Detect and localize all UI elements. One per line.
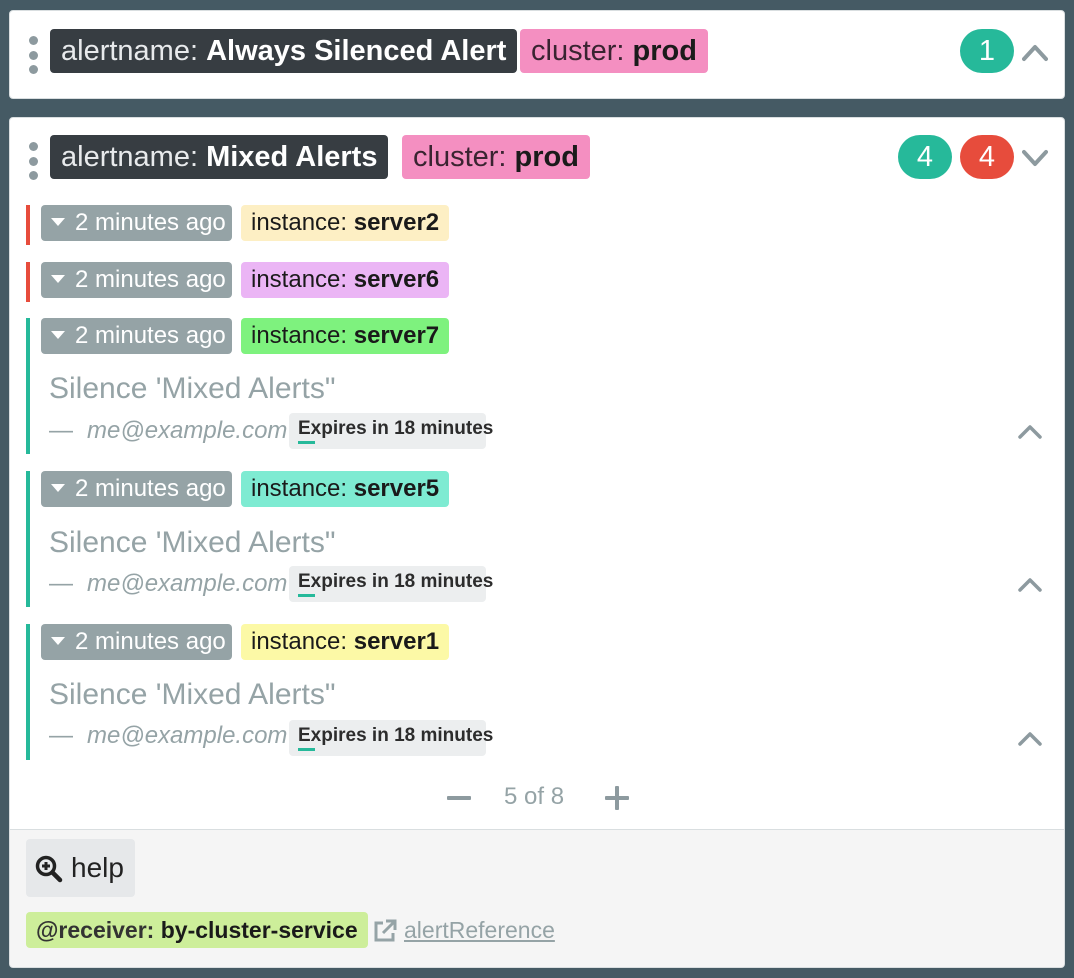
alert-row: 2 minutes ago instance: server5 Silence … [26,471,1046,607]
alert-menu-button[interactable]: 2 minutes ago [41,262,232,298]
silence-comment: Silence 'Mixed Alerts" [49,526,336,559]
silence-comment: Silence 'Mixed Alerts" [49,678,336,711]
silenced-count-badge: 1 [960,29,1014,73]
pagination: 5 of 8 [10,780,1064,816]
alert-row: 2 minutes ago instance: server6 [26,262,1046,302]
active-state-bar [26,205,30,245]
chevron-up-icon[interactable] [1018,423,1042,439]
cluster-label[interactable]: cluster: prod [520,29,708,73]
instance-label[interactable]: instance: server6 [241,262,450,298]
alertname-label[interactable]: alertname: Always Silenced Alert [50,29,518,73]
caret-down-icon [51,218,65,227]
alert-menu-button[interactable]: 2 minutes ago [41,624,232,660]
silence-comment: Silence 'Mixed Alerts" [49,372,336,405]
alert-row: 2 minutes ago instance: server2 [26,205,1046,245]
silence-author: — me@example.com [49,722,288,749]
alert-row: 2 minutes ago instance: server7 Silence … [26,318,1046,454]
caret-down-icon [51,484,65,493]
alert-menu-button[interactable]: 2 minutes ago [41,205,232,241]
group-footer: help @receiver: by-cluster-service alert… [10,829,1064,967]
alert-menu-button[interactable]: 2 minutes ago [41,318,232,354]
instance-label[interactable]: instance: server2 [241,205,450,241]
expiry-progress-bar [298,748,315,751]
chevron-up-icon[interactable] [1022,39,1048,65]
external-link-icon [374,919,397,942]
previous-page-button[interactable] [447,796,471,800]
help-annotation-button[interactable]: help [26,839,135,897]
caret-down-icon [51,275,65,284]
drag-handle-icon[interactable] [27,36,39,74]
alert-group-card: alertname: Mixed Alerts cluster: prod 4 … [9,117,1065,968]
active-state-bar [26,262,30,302]
alert-group-card: alertname: Always Silenced Alert cluster… [9,10,1065,99]
cluster-label[interactable]: cluster: prod [402,135,590,179]
alertname-label[interactable]: alertname: Mixed Alerts [50,135,389,179]
plus-icon-stem [615,786,619,810]
silenced-count-badge: 4 [898,135,952,179]
alert-row: 2 minutes ago instance: server1 Silence … [26,624,1046,760]
zoom-in-icon [35,855,63,883]
alert-menu-button[interactable]: 2 minutes ago [41,471,232,507]
alert-reference-link[interactable]: alertReference [372,914,555,946]
expiry-progress-bar [298,594,315,597]
chevron-down-icon[interactable] [1022,144,1048,170]
silenced-state-bar [26,471,30,607]
expiry-progress-bar [298,441,315,444]
caret-down-icon [51,331,65,340]
silence-author: — me@example.com [49,417,288,444]
silence-expiry-badge: Expires in 18 minutes [289,566,493,602]
caret-down-icon [51,637,65,646]
drag-handle-icon[interactable] [27,142,39,180]
instance-label[interactable]: instance: server1 [241,624,450,660]
chevron-up-icon[interactable] [1018,576,1042,592]
instance-label[interactable]: instance: server5 [241,471,450,507]
silence-expiry-badge: Expires in 18 minutes [289,720,493,756]
page-indicator: 5 of 8 [504,783,565,810]
silenced-state-bar [26,318,30,454]
receiver-label[interactable]: @receiver: by-cluster-service [26,912,368,948]
silenced-state-bar [26,624,30,760]
silence-expiry-badge: Expires in 18 minutes [289,413,493,449]
silence-author: — me@example.com [49,570,288,597]
active-count-badge: 4 [960,135,1014,179]
chevron-up-icon[interactable] [1018,730,1042,746]
instance-label[interactable]: instance: server7 [241,318,450,354]
